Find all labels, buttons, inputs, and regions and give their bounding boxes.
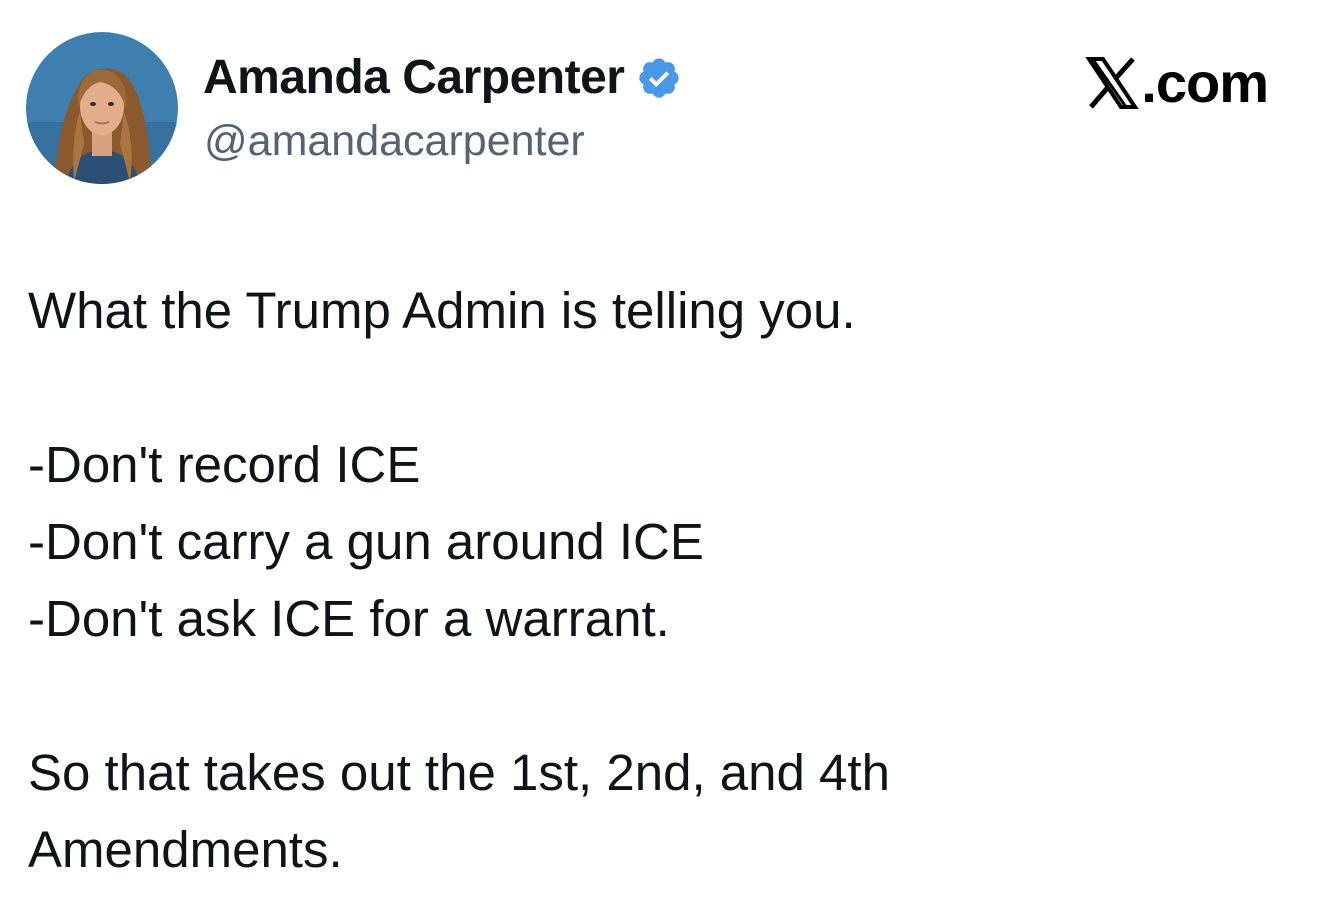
tweet-text: What the Trump Admin is telling you. -Do… bbox=[28, 272, 1288, 888]
avatar-image bbox=[26, 32, 178, 184]
tweet-conclusion-line: So that takes out the 1st, 2nd, and 4th bbox=[28, 744, 890, 801]
verified-badge-shape bbox=[639, 58, 680, 98]
avatar[interactable] bbox=[26, 32, 178, 184]
x-logo-icon bbox=[1085, 57, 1140, 109]
tweet-intro: What the Trump Admin is telling you. bbox=[28, 282, 856, 339]
author-name-row[interactable]: Amanda Carpenter bbox=[203, 50, 682, 106]
tweet-list-item: -Don't ask ICE for a warrant. bbox=[28, 590, 670, 647]
x-com-brand: .com bbox=[1085, 51, 1269, 114]
author-handle[interactable]: @amandacarpenter bbox=[204, 116, 585, 166]
tweet-conclusion-line: Amendments. bbox=[28, 821, 343, 878]
verified-badge-icon bbox=[636, 55, 682, 101]
author-name[interactable]: Amanda Carpenter bbox=[203, 50, 625, 106]
tweet-list-item: -Don't record ICE bbox=[28, 436, 421, 493]
tweet-list-item: -Don't carry a gun around ICE bbox=[28, 513, 704, 570]
brand-domain-text: .com bbox=[1141, 51, 1269, 114]
